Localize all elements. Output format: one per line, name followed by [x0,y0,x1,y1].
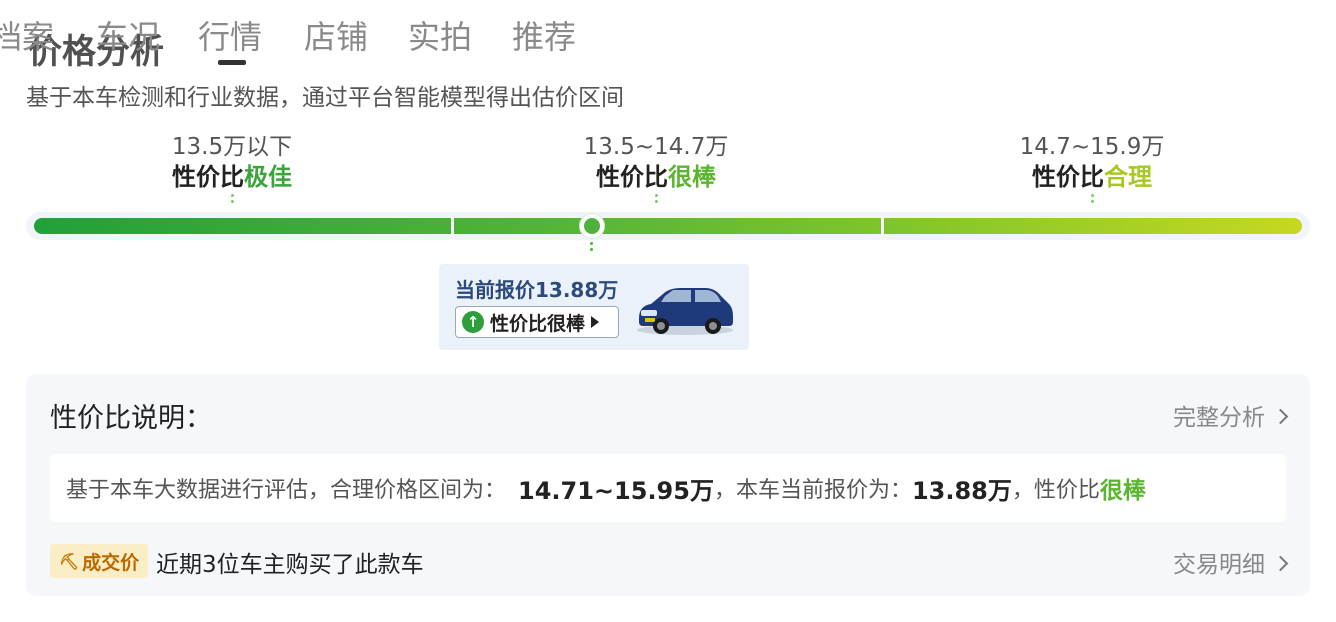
value-level: 很棒 [1099,478,1146,504]
range-price: 13.5万以下 [171,134,293,160]
tab-store[interactable]: 店铺 [304,14,368,60]
range-pointer-dots [1090,194,1094,208]
active-tab-indicator [218,60,246,65]
rating-level: 很棒 [668,163,716,191]
section-subtitle: 基于本车检测和行业数据，通过平台智能模型得出估价区间 [26,85,624,111]
deal-details-label: 交易明细 [1173,552,1265,578]
rating-prefix: 性价比 [1032,163,1104,191]
tab-photos[interactable]: 实拍 [408,14,472,60]
value-badge-label: 性价比很棒 [490,312,586,335]
chevron-right-icon [1272,408,1289,424]
rating-prefix: 性价比 [172,163,244,191]
deal-price-badge: ⛏ 成交价 [50,544,148,578]
play-arrow-icon [591,316,600,328]
range-rating: 性价比合理 [942,162,1242,192]
range-rating: 性价比很棒 [506,162,806,192]
explanation-panel: 性价比说明： 完整分析 基于本车大数据进行评估，合理价格区间为： 14.71~1… [26,374,1310,596]
explanation-title: 性价比说明： [50,403,212,434]
tab-profile[interactable]: 档案 [0,14,54,60]
explanation-text-part: ，本车当前报价为： [713,478,912,503]
range-excellent: 13.5万以下 性价比极佳 [82,132,382,192]
tab-market[interactable]: 行情 [198,14,262,60]
range-rating: 性价比极佳 [82,162,382,192]
rating-prefix: 性价比 [596,163,668,191]
explanation-text-part: 基于本车大数据进行评估，合理价格区间为： [66,478,507,503]
bar-divider [451,216,454,236]
explanation-text-part: ，性价比 [1011,478,1100,503]
range-pointer-dots [654,194,658,208]
range-great: 13.5~14.7万 性价比很棒 [506,132,806,192]
current-price-card[interactable]: 当前报价13.88万 ↑ 性价比很棒 [439,264,749,350]
explanation-text: 基于本车大数据进行评估，合理价格区间为： 14.71~15.95万 ，本车当前报… [50,454,1286,522]
price-bar [34,218,1302,234]
rating-level: 极佳 [244,163,292,191]
marker-pointer-dots [589,242,593,254]
chevron-right-icon [1272,555,1289,571]
value-badge[interactable]: ↑ 性价比很棒 [455,306,619,338]
tab-bar: 档案 车况 行情 店铺 实拍 推荐 [0,14,700,60]
current-price-label: 当前报价13.88万 [455,278,619,302]
full-analysis-link[interactable]: 完整分析 [1173,398,1289,432]
current-price-value: 13.88万 [911,476,1012,505]
range-price: 13.5~14.7万 [583,134,729,160]
full-analysis-label: 完整分析 [1173,405,1265,431]
hammer-icon: ⛏ [58,551,80,571]
range-pointer-dots [230,194,234,208]
rating-level: 合理 [1104,163,1152,191]
range-price: 14.7~15.9万 [1019,134,1165,160]
deal-details-link[interactable]: 交易明细 [1173,545,1289,579]
current-price-marker [579,214,604,238]
car-photo [637,288,733,335]
range-fair: 14.7~15.9万 性价比合理 [942,132,1242,192]
deal-summary: 近期3位车主购买了此款车 [156,552,424,578]
deal-badge-label: 成交价 [82,551,140,574]
tab-condition[interactable]: 车况 [96,14,160,60]
arrow-up-icon: ↑ [462,311,484,333]
tab-recommend[interactable]: 推荐 [512,14,576,60]
fair-price-range: 14.71~15.95万 [518,476,714,505]
bar-divider [881,216,884,236]
